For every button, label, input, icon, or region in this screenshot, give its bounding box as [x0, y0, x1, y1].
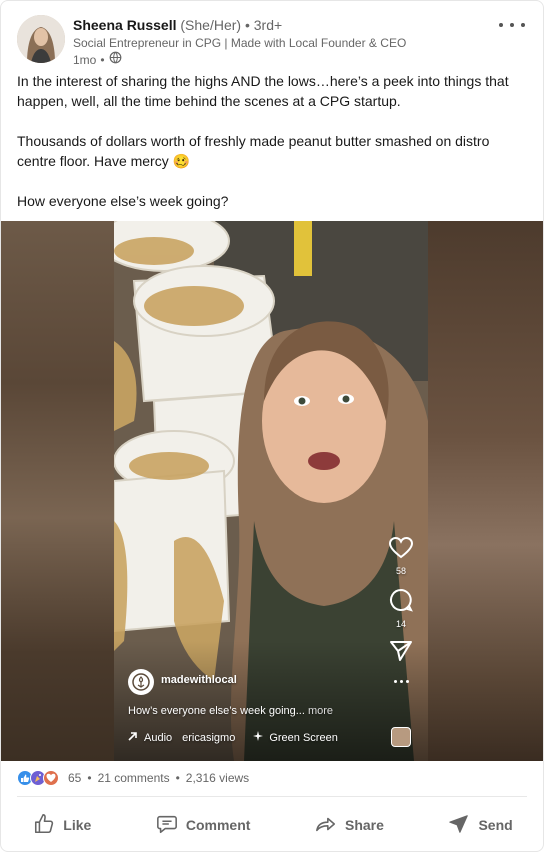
arrow-up-right-icon — [128, 731, 138, 744]
video-frame[interactable]: 58 14 madewithlocal How’s everyone else’… — [114, 221, 428, 761]
audio-thumbnail[interactable] — [391, 727, 411, 747]
more-video-options-icon[interactable] — [393, 680, 409, 683]
comment-label: Comment — [185, 817, 251, 833]
separator: • — [175, 771, 180, 785]
video-caption-text: How’s everyone else’s week going... — [128, 705, 305, 717]
post-body: In the interest of sharing the highs AND… — [17, 71, 529, 231]
social-counts: 65 • 21 comments • 2,316 views — [17, 769, 249, 787]
post-time: 1mo — [73, 52, 97, 67]
author-avatar[interactable] — [17, 15, 65, 63]
post-actions-bar: Like Comment Share Send — [1, 801, 543, 849]
dot-icon — [521, 23, 525, 27]
audio-user[interactable]: ericasigmo — [182, 732, 235, 744]
post-paragraph: How everyone else’s week going? — [17, 193, 229, 209]
divider — [17, 796, 527, 797]
share-label: Share — [344, 817, 384, 833]
feed-post-card: Sheena Russell (She/Her) • 3rd+ Social E… — [0, 0, 544, 852]
separator: • — [100, 52, 105, 67]
author-headline: Social Entrepreneur in CPG | Made with L… — [73, 36, 407, 50]
more-options-button[interactable] — [499, 15, 525, 35]
dot-icon — [499, 23, 503, 27]
post-paragraph: In the interest of sharing the highs AND… — [17, 73, 509, 109]
sparkle-icon — [253, 731, 264, 744]
send-icon — [448, 813, 470, 838]
audio-label[interactable]: Audio — [144, 732, 172, 744]
like-label: Like — [63, 817, 92, 833]
connection-degree: 3rd+ — [253, 17, 283, 33]
like-count: 58 — [395, 566, 406, 576]
author-pronouns: (She/Her) — [180, 17, 242, 33]
like-button[interactable]: Like — [21, 805, 103, 846]
comments-count[interactable]: 21 comments — [98, 771, 170, 785]
reactions-count[interactable]: 65 — [68, 771, 81, 785]
separator: • — [244, 17, 250, 33]
send-paper-plane-icon[interactable] — [390, 641, 412, 666]
share-button[interactable]: Share — [303, 805, 396, 846]
account-avatar[interactable] — [128, 669, 154, 695]
audio-row: Audio ericasigmo Green Screen — [128, 731, 338, 744]
thumbs-up-icon — [33, 813, 55, 838]
reactions-summary[interactable] — [17, 770, 59, 786]
effect-label[interactable]: Green Screen — [269, 732, 337, 744]
separator: • — [87, 771, 92, 785]
video-player[interactable]: 58 14 madewithlocal How’s everyone else’… — [1, 221, 543, 761]
comment-count: 14 — [395, 619, 406, 629]
share-arrow-icon — [315, 813, 337, 838]
video-side-actions: 58 14 — [386, 536, 416, 683]
author-name[interactable]: Sheena Russell — [73, 17, 177, 33]
heart-icon[interactable] — [388, 536, 414, 564]
author-info: Sheena Russell (She/Her) • 3rd+ Social E… — [73, 15, 406, 68]
video-blur-left — [1, 221, 114, 761]
comment-icon — [156, 813, 178, 838]
comment-bubble-icon[interactable] — [389, 588, 413, 617]
comment-button[interactable]: Comment — [144, 805, 263, 846]
video-caption: How’s everyone else’s week going... more — [128, 705, 333, 717]
send-label: Send — [478, 817, 513, 833]
send-button[interactable]: Send — [436, 805, 524, 846]
post-paragraph: Thousands of dollars worth of freshly ma… — [17, 133, 490, 169]
globe-icon — [109, 51, 122, 68]
dot-icon — [510, 23, 514, 27]
views-count[interactable]: 2,316 views — [186, 771, 249, 785]
caption-more-link[interactable]: more — [308, 705, 333, 717]
love-reaction-icon — [43, 770, 59, 786]
video-blur-right — [428, 221, 543, 761]
video-account-name[interactable]: madewithlocal — [161, 674, 237, 686]
